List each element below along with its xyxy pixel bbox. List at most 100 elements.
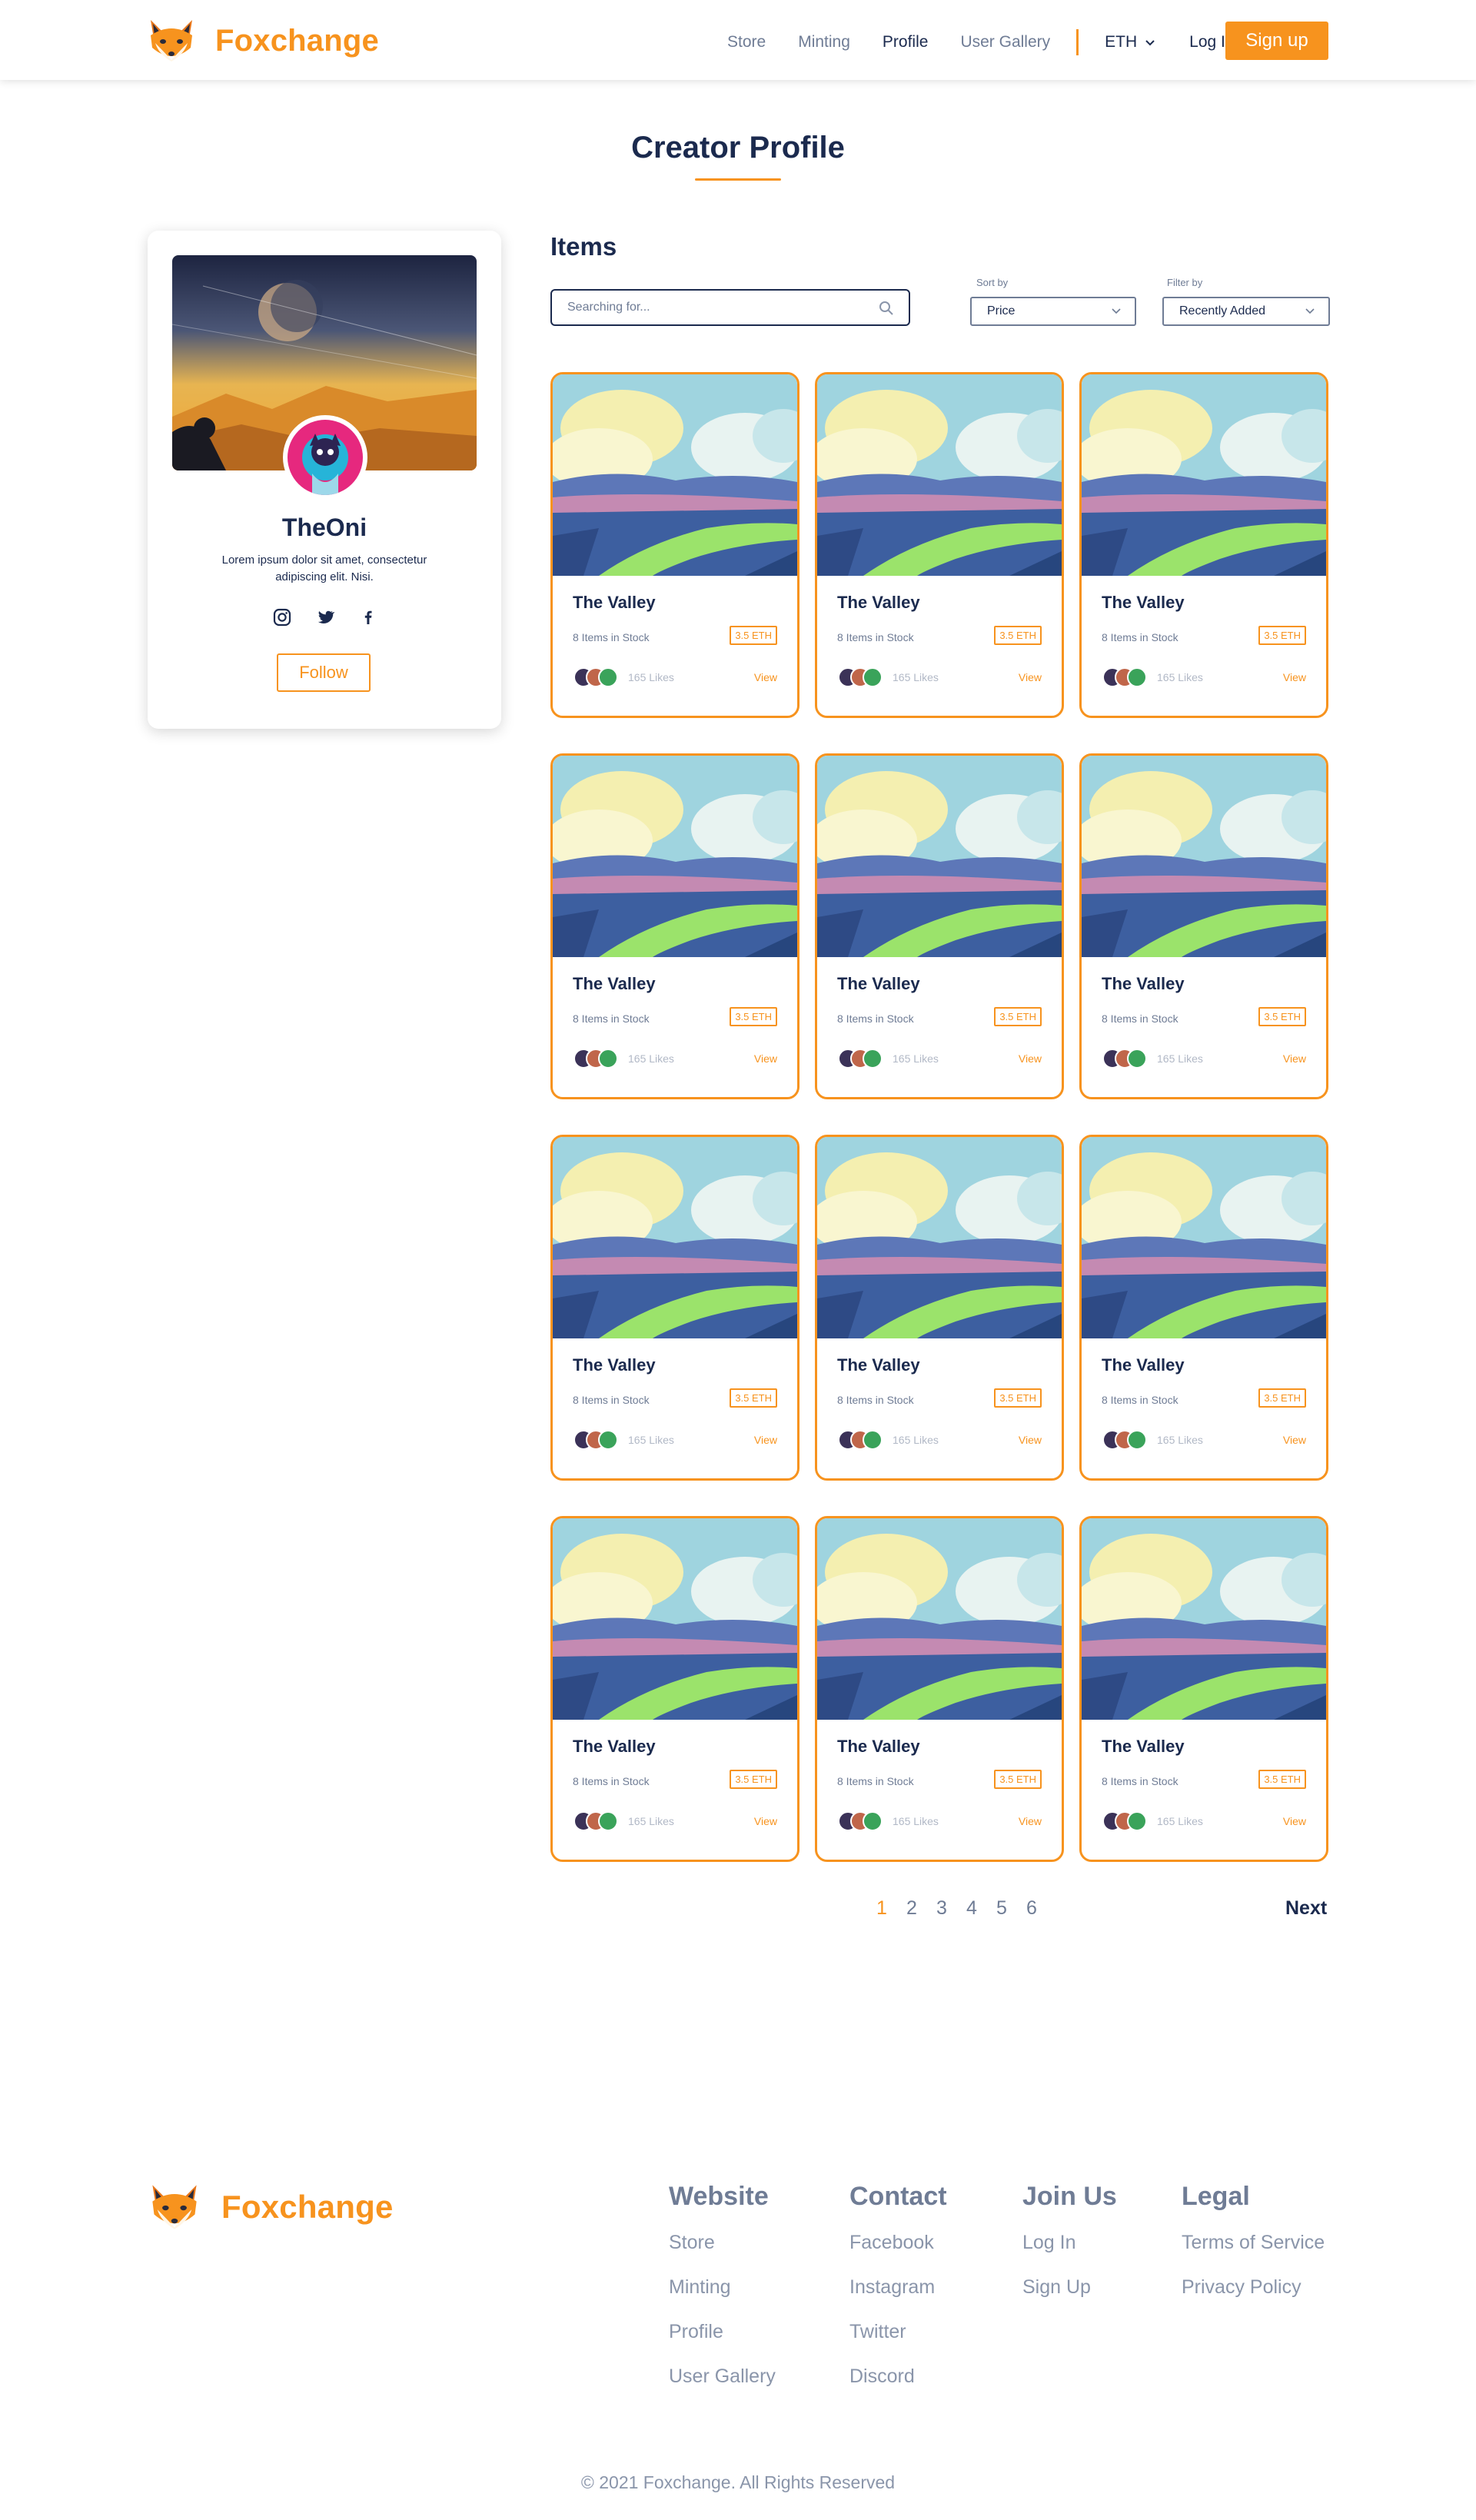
facebook-icon[interactable] bbox=[358, 607, 378, 627]
likers-avatars bbox=[1102, 667, 1147, 687]
brand-logo[interactable]: Foxchange bbox=[146, 17, 379, 65]
twitter-icon[interactable] bbox=[315, 607, 335, 627]
search-icon[interactable] bbox=[878, 300, 895, 317]
item-card[interactable]: The Valley 8 Items in Stock 3.5 ETH 165 … bbox=[1079, 1135, 1328, 1481]
item-view-link[interactable]: View bbox=[1283, 1052, 1306, 1065]
instagram-icon[interactable] bbox=[272, 607, 292, 627]
item-card[interactable]: The Valley 8 Items in Stock 3.5 ETH 165 … bbox=[1079, 753, 1328, 1099]
footer-link-instagram[interactable]: Instagram bbox=[849, 2276, 947, 2299]
currency-dropdown[interactable]: ETH bbox=[1105, 33, 1157, 52]
footer-link-twitter[interactable]: Twitter bbox=[849, 2321, 947, 2343]
next-page-button[interactable]: Next bbox=[1285, 1897, 1327, 1920]
item-view-link[interactable]: View bbox=[754, 1052, 777, 1065]
profile-username: TheOni bbox=[281, 514, 367, 541]
footer-link-user-gallery[interactable]: User Gallery bbox=[669, 2365, 776, 2388]
footer-logo[interactable]: Foxchange bbox=[148, 2182, 394, 2232]
item-name: The Valley bbox=[1102, 974, 1185, 993]
item-name: The Valley bbox=[1102, 593, 1185, 612]
item-card[interactable]: The Valley 8 Items in Stock 3.5 ETH 165 … bbox=[815, 1516, 1064, 1862]
item-name: The Valley bbox=[837, 1355, 920, 1375]
card-artwork-image bbox=[817, 756, 1062, 957]
nav-minting[interactable]: Minting bbox=[798, 33, 850, 52]
item-price-badge: 3.5 ETH bbox=[1258, 1007, 1306, 1026]
footer-link-profile[interactable]: Profile bbox=[669, 2321, 776, 2343]
page-1[interactable]: 1 bbox=[876, 1897, 887, 1920]
chevron-down-icon bbox=[1145, 40, 1155, 46]
item-stock: 8 Items in Stock bbox=[837, 1775, 914, 1787]
signup-button[interactable]: Sign up bbox=[1225, 22, 1328, 60]
search-box bbox=[550, 289, 910, 326]
nav-profile[interactable]: Profile bbox=[883, 33, 929, 52]
item-card[interactable]: The Valley 8 Items in Stock 3.5 ETH 165 … bbox=[550, 753, 800, 1099]
likers-avatars bbox=[1102, 1430, 1147, 1450]
item-likes: 165 Likes bbox=[628, 671, 674, 683]
page-3[interactable]: 3 bbox=[936, 1897, 947, 1920]
item-likes: 165 Likes bbox=[1157, 1052, 1203, 1065]
item-view-link[interactable]: View bbox=[1283, 1434, 1306, 1446]
item-card[interactable]: The Valley 8 Items in Stock 3.5 ETH 165 … bbox=[550, 1516, 800, 1862]
item-card[interactable]: The Valley 8 Items in Stock 3.5 ETH 165 … bbox=[815, 753, 1064, 1099]
item-view-link[interactable]: View bbox=[754, 671, 777, 683]
item-card[interactable]: The Valley 8 Items in Stock 3.5 ETH 165 … bbox=[1079, 372, 1328, 718]
footer-brand-name: Foxchange bbox=[221, 2189, 394, 2225]
footer-link-discord[interactable]: Discord bbox=[849, 2365, 947, 2388]
footer-col-website: Website Store Minting Profile User Galle… bbox=[669, 2182, 776, 2410]
item-stock: 8 Items in Stock bbox=[1102, 631, 1178, 643]
item-view-link[interactable]: View bbox=[1283, 1815, 1306, 1827]
item-view-link[interactable]: View bbox=[754, 1815, 777, 1827]
item-view-link[interactable]: View bbox=[1019, 1052, 1042, 1065]
item-card[interactable]: The Valley 8 Items in Stock 3.5 ETH 165 … bbox=[815, 372, 1064, 718]
item-likes: 165 Likes bbox=[893, 1434, 939, 1446]
card-artwork-image bbox=[817, 374, 1062, 576]
search-input[interactable] bbox=[567, 298, 867, 317]
nav-user-gallery[interactable]: User Gallery bbox=[960, 33, 1050, 52]
item-stock: 8 Items in Stock bbox=[837, 1012, 914, 1025]
page-6[interactable]: 6 bbox=[1026, 1897, 1037, 1920]
footer-link-facebook[interactable]: Facebook bbox=[849, 2232, 947, 2254]
likers-avatars bbox=[573, 1049, 618, 1069]
filter-label: Filter by bbox=[1167, 277, 1203, 288]
footer-link-signup[interactable]: Sign Up bbox=[1022, 2276, 1117, 2299]
item-stock: 8 Items in Stock bbox=[837, 1394, 914, 1406]
filter-select[interactable]: Recently Added bbox=[1162, 297, 1330, 326]
item-card[interactable]: The Valley 8 Items in Stock 3.5 ETH 165 … bbox=[815, 1135, 1064, 1481]
profile-avatar[interactable] bbox=[283, 415, 367, 500]
page-4[interactable]: 4 bbox=[966, 1897, 977, 1920]
item-view-link[interactable]: View bbox=[1283, 671, 1306, 683]
item-view-link[interactable]: View bbox=[1019, 671, 1042, 683]
item-view-link[interactable]: View bbox=[1019, 1815, 1042, 1827]
item-view-link[interactable]: View bbox=[1019, 1434, 1042, 1446]
item-card[interactable]: The Valley 8 Items in Stock 3.5 ETH 165 … bbox=[550, 1135, 800, 1481]
likers-avatars bbox=[573, 1430, 618, 1450]
item-card[interactable]: The Valley 8 Items in Stock 3.5 ETH 165 … bbox=[550, 372, 800, 718]
item-stock: 8 Items in Stock bbox=[573, 1775, 650, 1787]
item-likes: 165 Likes bbox=[628, 1434, 674, 1446]
profile-bio: Lorem ipsum dolor sit amet, consectetur … bbox=[221, 554, 427, 583]
footer-link-terms[interactable]: Terms of Service bbox=[1182, 2232, 1325, 2254]
nav-store[interactable]: Store bbox=[727, 33, 766, 52]
footer-col-title: Contact bbox=[849, 2182, 947, 2211]
likers-avatars bbox=[573, 667, 618, 687]
item-price-badge: 3.5 ETH bbox=[994, 1007, 1042, 1026]
fox-logo-icon bbox=[151, 20, 192, 62]
footer-link-login[interactable]: Log In bbox=[1022, 2232, 1117, 2254]
likers-avatars bbox=[573, 1811, 618, 1831]
nav-divider bbox=[1076, 29, 1079, 55]
avatar-image bbox=[288, 420, 363, 495]
footer-link-minting[interactable]: Minting bbox=[669, 2276, 776, 2299]
follow-button[interactable]: Follow bbox=[277, 653, 371, 692]
likers-avatars bbox=[838, 667, 883, 687]
item-price-badge: 3.5 ETH bbox=[730, 1007, 777, 1026]
page-5[interactable]: 5 bbox=[996, 1897, 1007, 1920]
footer-link-store[interactable]: Store bbox=[669, 2232, 776, 2254]
sort-select[interactable]: Price bbox=[970, 297, 1136, 326]
top-navbar: Foxchange Store Minting Profile User Gal… bbox=[0, 0, 1476, 80]
item-likes: 165 Likes bbox=[1157, 1434, 1203, 1446]
item-price-badge: 3.5 ETH bbox=[994, 1770, 1042, 1789]
item-view-link[interactable]: View bbox=[754, 1434, 777, 1446]
page-2[interactable]: 2 bbox=[906, 1897, 917, 1920]
item-stock: 8 Items in Stock bbox=[573, 1394, 650, 1406]
likers-avatars bbox=[838, 1430, 883, 1450]
item-card[interactable]: The Valley 8 Items in Stock 3.5 ETH 165 … bbox=[1079, 1516, 1328, 1862]
footer-link-privacy[interactable]: Privacy Policy bbox=[1182, 2276, 1325, 2299]
